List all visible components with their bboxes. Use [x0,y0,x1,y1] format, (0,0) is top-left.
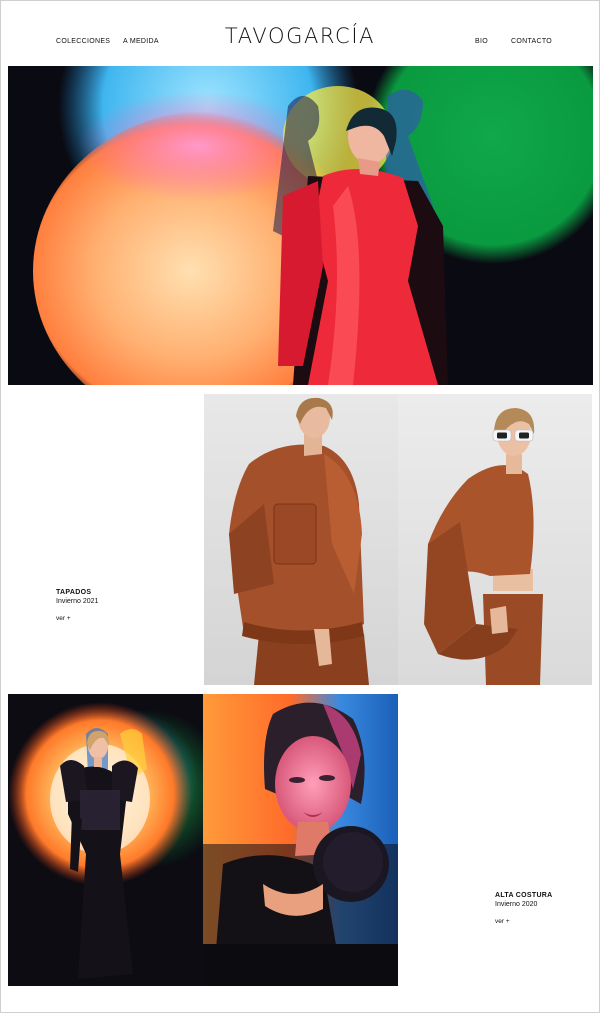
nav-bio[interactable]: BIO [475,38,488,45]
collection-title: TAPADOS [56,589,92,596]
ver-mas-link[interactable]: ver + [56,615,71,622]
tapados-image-1[interactable] [204,394,398,685]
collection-season: Invierno 2020 [495,901,538,908]
brand-logo-text: TAVOGARCÍA [224,24,376,48]
collection-title: ALTA COSTURA [495,892,553,899]
nav-contacto[interactable]: CONTACTO [511,38,552,45]
tapados-image-1-art [204,394,398,685]
hero-image-art [8,66,593,385]
tapados-image-2-art [398,394,592,685]
collection-tapados-caption: TAPADOS Invierno 2021 ver + [56,589,98,625]
brand-logo[interactable]: TAVOGARCÍA [0,24,600,48]
collection-alta-costura-caption: ALTA COSTURA Invierno 2020 ver + [495,892,553,928]
tapados-image-2[interactable] [398,394,592,685]
alta-costura-image-1[interactable] [8,694,203,986]
hero-image[interactable] [8,66,593,385]
alta-costura-image-1-art [8,694,203,986]
alta-costura-image-2[interactable] [203,694,398,986]
collection-season: Invierno 2021 [56,598,99,605]
ver-mas-link[interactable]: ver + [495,918,510,925]
alta-costura-image-2-art [203,694,398,986]
